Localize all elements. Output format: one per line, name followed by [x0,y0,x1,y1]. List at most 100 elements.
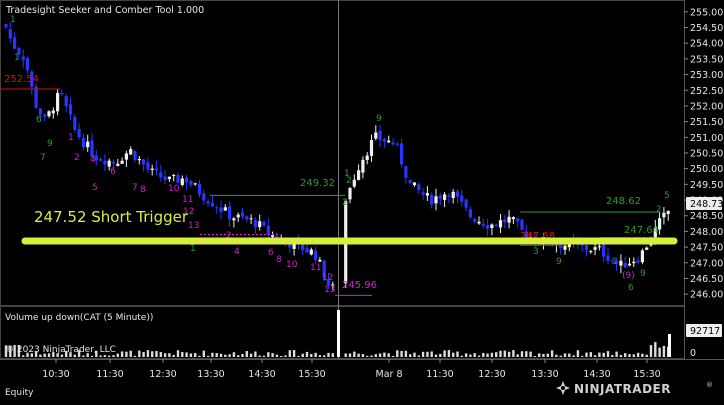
svg-text:248.73: 248.73 [690,199,723,210]
volume-bar [490,352,494,357]
setup-count-marker: 1 [10,15,16,25]
volume-bar [396,350,399,357]
volume-bar [464,353,468,357]
candle-body [511,217,515,220]
price-axis[interactable]: 255.00 254.50 254.00 253.50 253.00 252.50 252.… [684,7,723,301]
candle-body [494,224,498,226]
level-price-label: 245.96 [342,280,377,291]
candle-body [348,187,352,200]
candle-body [507,216,511,223]
candle-body [232,218,236,221]
volume-bar [353,351,356,357]
candle-body [666,211,670,215]
volume-bar [99,355,102,357]
candle-body [245,216,249,220]
equity-tab[interactable]: Equity [5,388,34,398]
x-tick-label: 15:30 [633,369,660,380]
volume-bar [486,353,489,357]
candle-body [249,218,253,220]
candle-body [154,168,159,171]
candle-body [309,249,313,255]
volume-bar [22,355,25,357]
candle-body [124,153,128,160]
volume-bar [310,354,313,357]
candle-body [176,174,180,183]
volume-bar [563,353,567,357]
setup-count-marker: 7 [132,183,138,193]
x-tick-label: 12:30 [149,369,176,380]
candle-body [99,158,103,161]
indicator-title: Tradesight Seeker and Comber Tool 1.000 [5,5,204,16]
x-tick-label: 10:30 [42,369,69,380]
candle-body [185,177,189,183]
candle-body [120,160,124,164]
candle-body [13,37,17,49]
volume-bar [662,345,666,357]
y-tick-label: 247.00 [690,258,723,269]
setup-count-marker: 13 [324,285,335,295]
volume-bar [241,353,244,357]
candle-body [51,110,55,114]
volume-bar [628,354,631,357]
setup-count-marker: 1 [344,169,350,179]
candle-body [434,196,438,204]
ninjatrader-chart-window[interactable]: 252.54 249.32 248.62 247.64 247.68 245.96 116… [0,0,724,401]
setup-count-marker: 10 [286,260,298,270]
candle-body [430,194,434,205]
candle-body [142,159,146,165]
time-axis[interactable]: 10:30 11:30 12:30 13:30 14:30 15:30 Mar 8 11:30… [42,359,661,380]
volume-bar [636,352,640,357]
candle-body [636,260,640,263]
candle-body [408,179,412,183]
volume-bar [202,350,205,357]
candle-body [189,180,193,185]
price-candles [4,22,670,291]
candle-body [215,207,219,209]
candle-body [107,160,111,167]
volume-bar [254,351,257,357]
last-price-label: 248.73 [686,197,723,210]
volume-bar [228,354,231,357]
volume-bar [602,352,605,357]
candle-body [382,138,386,142]
candle-body [129,149,133,155]
ninjatrader-logo: NINJATRADER ® [556,381,713,396]
volume-bar [189,353,193,357]
candle-body [563,245,567,250]
volume-bar [245,351,248,357]
chart-canvas[interactable]: 252.54249.32248.62247.64247.68245.96 116… [0,0,724,401]
candle-body [460,195,464,202]
candle-body [60,93,64,95]
y-tick-label: 252.00 [690,101,723,112]
setup-count-marker: 11 [182,195,193,205]
setup-count-marker: 6 [628,283,634,293]
volume-axis-zero: 0 [690,348,696,359]
volume-bar [120,351,124,357]
volume-bar [576,350,580,357]
candle-body [606,255,610,261]
volume-bar [434,354,438,357]
volume-bar [611,354,614,357]
candle-body [318,259,322,262]
setup-count-marker: 8 [276,255,282,265]
x-tick-label: 14:30 [583,369,610,380]
volume-bar [606,351,610,357]
candle-body [619,260,623,266]
y-tick-label: 253.00 [690,70,723,81]
candle-body [25,58,30,71]
candle-body [455,191,460,197]
volume-bar [267,352,270,357]
candle-body [464,199,468,208]
volume-bar [452,352,455,357]
volume-bar [546,353,549,357]
candle-body [314,250,318,260]
candle-body [73,116,77,130]
volume-bar [103,355,107,357]
volume-bar [297,355,300,357]
volume-bar [370,355,373,357]
level-price-label: 252.54 [4,74,39,85]
candle-body [133,151,137,160]
volume-bar [337,310,340,357]
volume-bar [211,352,214,357]
volume-bar [460,355,463,357]
